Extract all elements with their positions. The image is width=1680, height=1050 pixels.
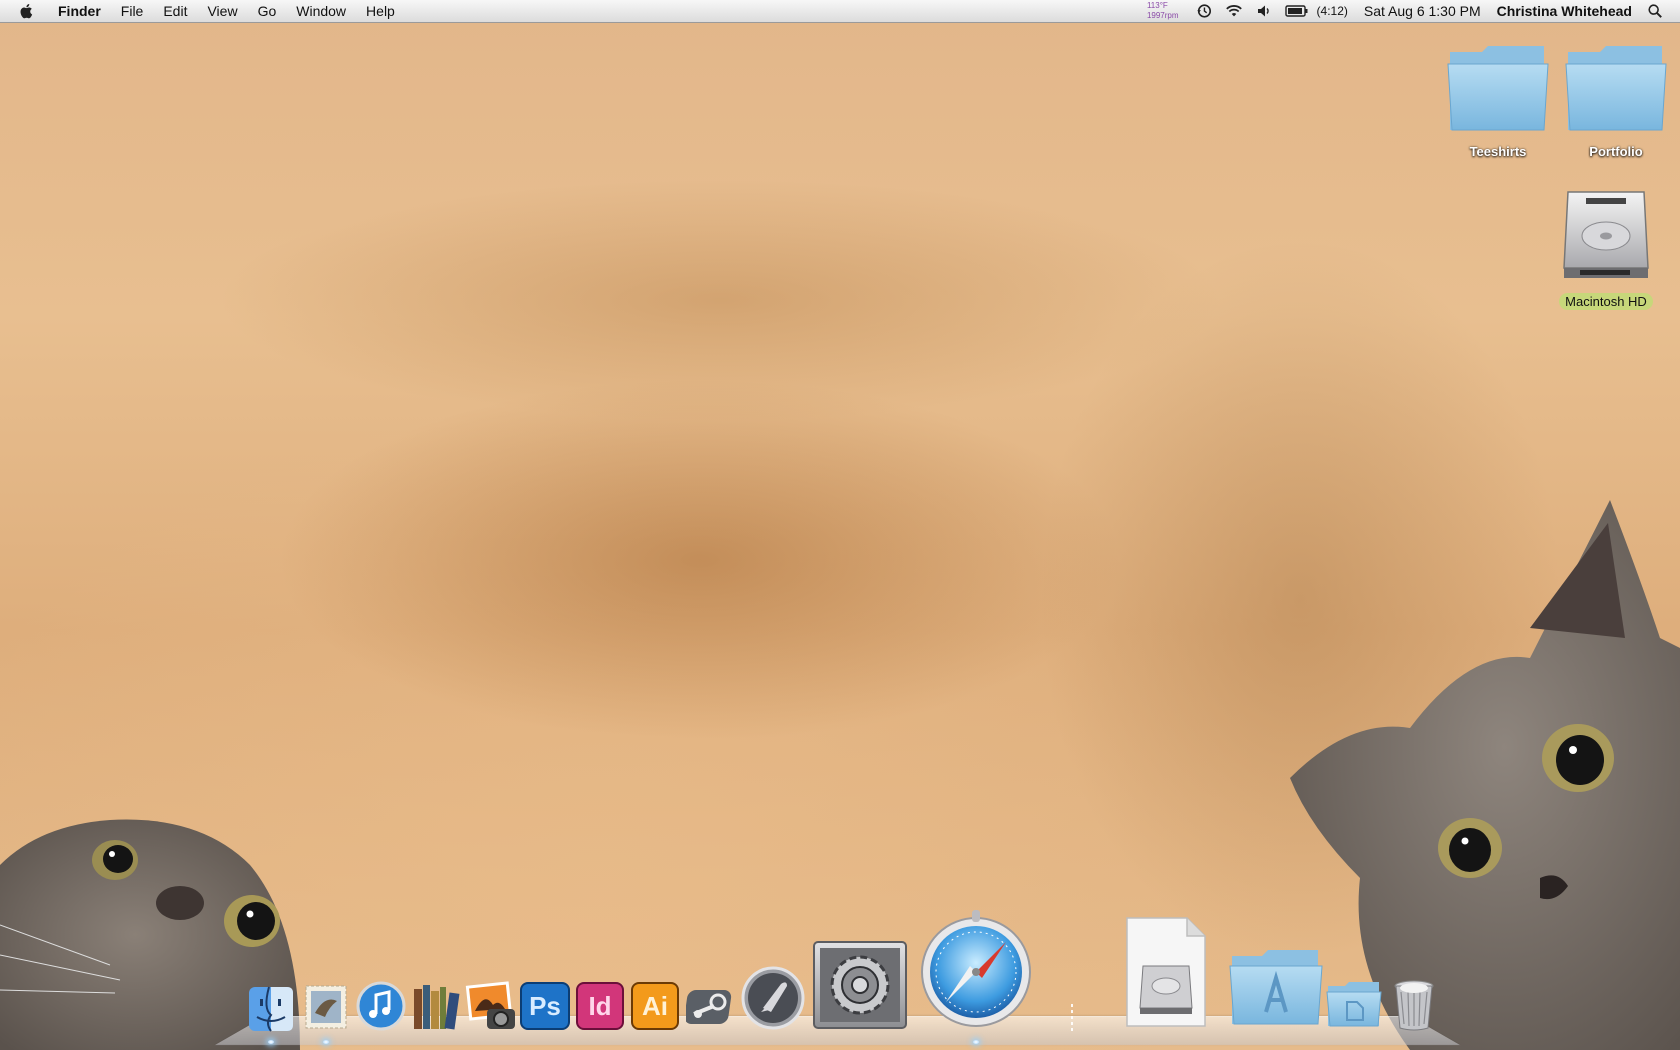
dock-app-illustrator[interactable]: Ai <box>631 982 679 1030</box>
temperature-value: 113°F <box>1146 1 1168 10</box>
folder-icon <box>1447 46 1549 131</box>
desktop-item-label: Teeshirts <box>1469 144 1527 159</box>
disk-image-document-icon <box>1126 917 1206 1027</box>
running-indicator <box>268 1040 274 1044</box>
fan-speed-value: 1997rpm <box>1146 11 1179 20</box>
menu-bar: Finder File Edit View Go Window Help 113… <box>0 0 1680 23</box>
dock-app-photoshop[interactable]: Ps <box>520 982 570 1030</box>
menu-bar-left: Finder File Edit View Go Window Help <box>0 0 405 22</box>
documents-folder-icon <box>1326 982 1382 1027</box>
dock-app-books[interactable] <box>410 981 462 1031</box>
mail-icon <box>305 985 347 1029</box>
dock-stack-trash[interactable] <box>1392 978 1436 1032</box>
dock-app-itunes[interactable] <box>356 981 406 1031</box>
indesign-icon: Id <box>576 982 624 1030</box>
desktop-macintosh-hd[interactable]: Macintosh HD <box>1550 188 1662 311</box>
menu-bar-status-area: 113°F 1997rpm (4:12) Sat Aug 6 1:30 PM C… <box>1137 0 1680 22</box>
dock-stack-applications[interactable] <box>1228 948 1324 1028</box>
steam-icon <box>684 990 732 1024</box>
folder-icon <box>1565 46 1667 131</box>
photoshop-glyph: Ps <box>529 990 561 1021</box>
applications-folder-icon <box>1229 950 1323 1025</box>
menu-help[interactable]: Help <box>356 0 405 22</box>
desktop-folder-portfolio[interactable]: Portfolio <box>1561 42 1671 161</box>
dock-app-finder[interactable] <box>247 985 295 1033</box>
menu-window[interactable]: Window <box>286 0 356 22</box>
dock-app-indesign[interactable]: Id <box>576 982 624 1030</box>
hard-drive-icon <box>1563 191 1649 278</box>
desktop-item-label: Portfolio <box>1589 144 1643 159</box>
itunes-icon <box>356 981 406 1031</box>
menu-file[interactable]: File <box>111 0 154 22</box>
battery-icon[interactable] <box>1284 3 1309 19</box>
desktop-item-label: Macintosh HD <box>1559 293 1653 310</box>
menu-edit[interactable]: Edit <box>153 0 197 22</box>
illustrator-icon: Ai <box>631 982 679 1030</box>
temperature-monitor[interactable]: 113°F 1997rpm <box>1137 1 1189 21</box>
desktop-folder-teeshirts[interactable]: Teeshirts <box>1443 42 1553 161</box>
time-machine-icon[interactable] <box>1195 3 1213 19</box>
trash-icon <box>1394 980 1434 1031</box>
photoshop-icon: Ps <box>520 982 570 1030</box>
launchpad-icon <box>741 966 805 1030</box>
user-account-menu[interactable]: Christina Whitehead <box>1489 0 1640 22</box>
volume-icon[interactable] <box>1255 3 1273 19</box>
safari-icon <box>921 910 1031 1027</box>
dock-app-iphoto[interactable] <box>465 981 517 1031</box>
dock-app-safari[interactable] <box>920 910 1032 1030</box>
apple-icon[interactable] <box>18 2 36 20</box>
clock-datetime[interactable]: Sat Aug 6 1:30 PM <box>1356 0 1489 22</box>
dock-app-launchpad[interactable] <box>741 966 805 1030</box>
dock-stack-documents[interactable] <box>1325 980 1383 1028</box>
dock-app-steam[interactable] <box>684 984 736 1030</box>
dock-stack-disk-image[interactable] <box>1125 916 1207 1028</box>
dock-app-system-preferences[interactable] <box>812 940 908 1032</box>
wallpaper-cat-right <box>1290 500 1680 1050</box>
finder-icon <box>249 986 293 1032</box>
iphoto-icon <box>465 981 515 1029</box>
books-icon <box>414 985 460 1030</box>
wifi-icon[interactable] <box>1225 3 1243 19</box>
dock-separator <box>1071 1004 1073 1034</box>
running-indicator <box>973 1040 979 1044</box>
spotlight-icon[interactable] <box>1646 3 1664 19</box>
menu-go[interactable]: Go <box>248 0 287 22</box>
menu-app-finder[interactable]: Finder <box>48 0 111 22</box>
illustrator-glyph: Ai <box>642 990 668 1021</box>
dock-app-mail[interactable] <box>303 983 349 1031</box>
running-indicator <box>323 1040 329 1044</box>
indesign-glyph: Id <box>588 990 612 1021</box>
system-preferences-icon <box>813 941 907 1029</box>
battery-time-remaining[interactable]: (4:12) <box>1315 0 1356 22</box>
menu-view[interactable]: View <box>197 0 247 22</box>
